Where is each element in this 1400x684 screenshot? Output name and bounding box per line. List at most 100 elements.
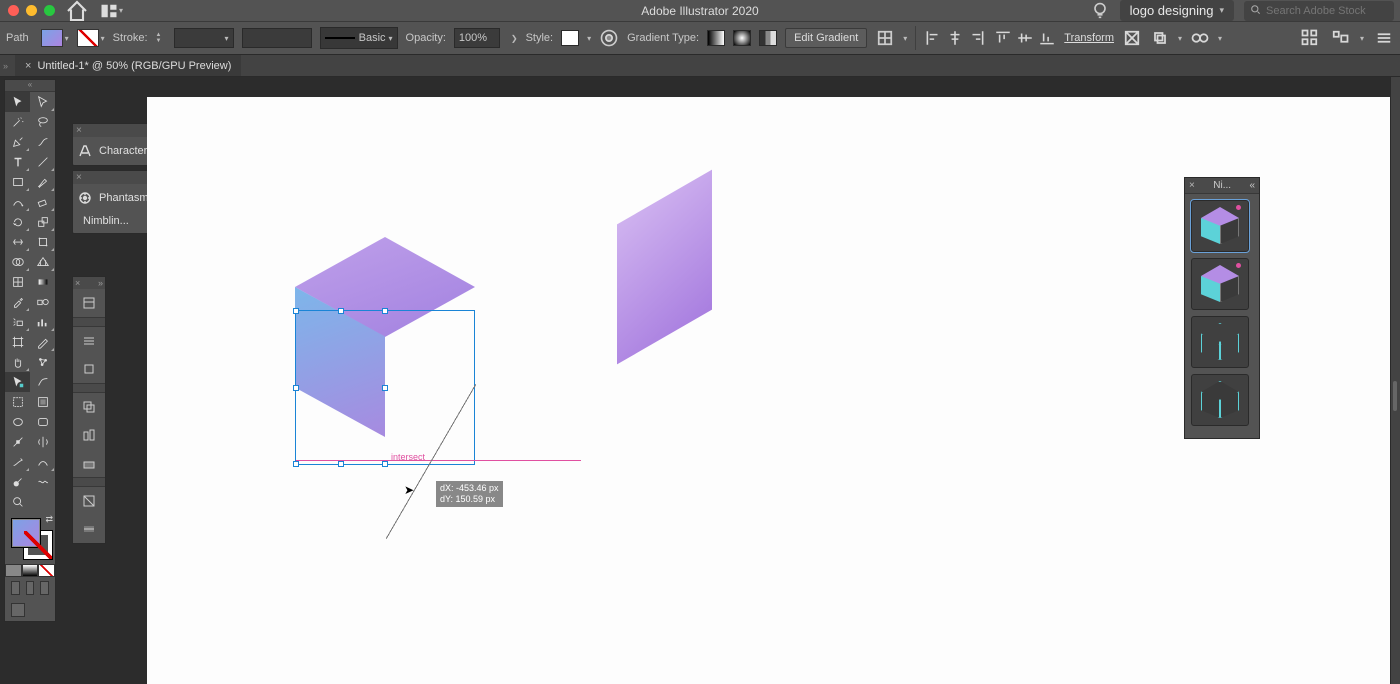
stroke-color-control[interactable]: ▾ [77,29,105,47]
draw-behind-button[interactable] [26,581,35,595]
shape-properties-button[interactable] [1122,28,1142,48]
free-transform-tool[interactable] [30,232,55,252]
close-icon[interactable]: × [75,278,80,288]
opacity-popup-caret[interactable]: ❯ [508,34,518,43]
close-icon[interactable]: × [76,125,82,136]
variable-width-profile[interactable] [242,28,312,48]
draw-inside-button[interactable] [40,581,49,595]
shaper-tool[interactable] [5,192,30,212]
pen-tool[interactable] [5,132,30,152]
slice-tool[interactable] [30,332,55,352]
arrange-documents-menu[interactable]: ▾ [99,2,123,20]
resize-handle[interactable] [293,461,299,467]
eraser-tool[interactable] [30,192,55,212]
align-hcenter-button[interactable] [946,29,964,47]
screen-mode-button[interactable] [11,603,25,617]
zoom-window-button[interactable] [44,5,55,16]
rotate-tool[interactable] [5,212,30,232]
wrinkle-tool[interactable] [30,472,55,492]
pattern-tile-tool[interactable] [30,392,55,412]
stroke-swatch[interactable] [77,29,99,47]
rectangle-tool[interactable] [5,172,30,192]
transform-panel-link[interactable]: Transform [1064,32,1114,44]
print-tiling-tool[interactable] [5,392,30,412]
smooth-tool[interactable] [30,452,55,472]
direct-selection-tool[interactable] [30,92,55,112]
align-to-button[interactable] [1330,28,1350,48]
line-segment-tool[interactable] [30,152,55,172]
stroke-proxy[interactable] [23,530,53,560]
chevron-down-icon[interactable]: ▾ [587,34,591,43]
resize-handle[interactable] [338,461,344,467]
gradient-linear-button[interactable] [707,30,725,46]
chevron-down-icon[interactable]: ▾ [903,34,907,43]
blob-brush-tool[interactable] [5,472,30,492]
align-vcenter-button[interactable] [1016,29,1034,47]
select-similar-button[interactable] [1190,28,1210,48]
mesh-tool[interactable] [5,272,30,292]
parallelogram-shape[interactable] [617,170,712,365]
graphic-style-swatch[interactable] [561,30,579,46]
minimize-window-button[interactable] [26,5,37,16]
home-button[interactable] [65,2,89,20]
sample-thumbnail[interactable] [1191,200,1249,252]
transparency-panel-button[interactable] [73,487,105,515]
draw-normal-button[interactable] [11,581,20,595]
fill-color-control[interactable]: ▾ [41,29,69,47]
reflect-tool[interactable] [30,432,55,452]
measure-tool[interactable] [30,372,55,392]
close-tab-button[interactable]: × [25,60,31,72]
dock-grip-icon[interactable] [1393,381,1397,411]
selection-bounding-box[interactable]: intersect ➤ dX: -453.46 px dY: 150.59 px [295,310,475,465]
align-right-button[interactable] [968,29,986,47]
symbol-sprayer-tool[interactable] [5,312,30,332]
blend-tool[interactable] [30,292,55,312]
curvature-tool[interactable] [30,132,55,152]
knife-tool[interactable] [5,452,30,472]
stroke-panel-button[interactable] [73,327,105,355]
workspace-switcher[interactable]: logo designing [1120,0,1234,21]
brush-definition[interactable]: Basic ▾ [320,27,398,49]
color-mode-none[interactable] [38,564,55,577]
width-tool[interactable] [5,232,30,252]
chevron-down-icon[interactable]: ▾ [1218,34,1222,43]
transform-panel-button[interactable] [73,449,105,477]
puppet-warp-tool[interactable] [30,352,55,372]
lasso-tool[interactable] [30,112,55,132]
eyedropper-tool[interactable] [5,292,30,312]
resize-handle[interactable] [338,308,344,314]
appearance-panel-button[interactable] [73,355,105,383]
adobe-stock-search-input[interactable] [1266,5,1400,17]
chevron-down-icon[interactable]: ▾ [1360,34,1364,43]
shape-builder-tool[interactable] [5,252,30,272]
recolor-artwork-button[interactable] [599,28,619,48]
type-tool[interactable] [5,152,30,172]
sample-thumbnail[interactable] [1191,374,1249,426]
properties-panel-button[interactable] [73,289,105,317]
close-window-button[interactable] [8,5,19,16]
gradient-freeform-button[interactable] [759,30,777,46]
anchor-point-tool[interactable] [5,432,30,452]
discover-tips-button[interactable] [1090,1,1110,21]
magic-wand-tool[interactable] [5,112,30,132]
resize-handle[interactable] [293,308,299,314]
cube-artwork[interactable]: intersect ➤ dX: -453.46 px dY: 150.59 px [295,237,475,447]
color-mode-solid[interactable] [5,564,22,577]
sample-thumbnail[interactable] [1191,316,1249,368]
hand-tool[interactable] [5,352,30,372]
color-mode-gradient[interactable] [22,564,39,577]
panel-menu-icon[interactable]: « [1249,180,1255,191]
selection-tool[interactable] [5,92,30,112]
document-tab[interactable]: × Untitled-1* @ 50% (RGB/GPU Preview) [15,55,241,76]
grid-layout-button[interactable] [1300,28,1320,48]
gradient-radial-button[interactable] [733,30,751,46]
align-top-button[interactable] [994,29,1012,47]
stroke-weight-stepper[interactable]: ▲▼ [156,32,166,44]
artboard-tool[interactable] [5,332,30,352]
sample-thumbnail[interactable] [1191,258,1249,310]
stroke-weight-field[interactable]: ▾ [174,28,234,48]
paintbrush-tool[interactable] [30,172,55,192]
close-icon[interactable]: × [1189,180,1195,191]
close-icon[interactable]: × [76,172,82,183]
resize-handle[interactable] [382,308,388,314]
